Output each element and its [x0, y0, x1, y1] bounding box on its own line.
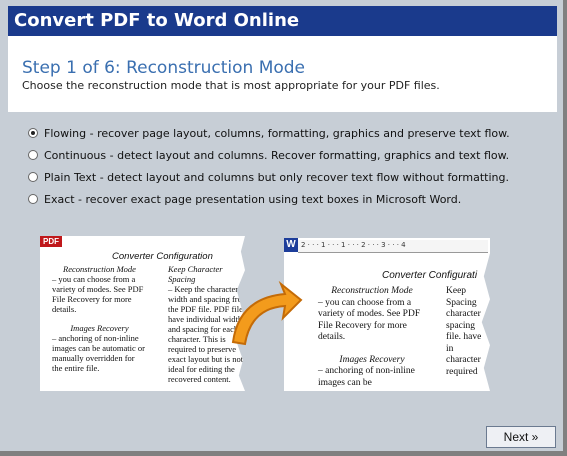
window-title: Convert PDF to Word Online [8, 6, 557, 36]
pdf-col-left: Reconstruction Mode – you can choose fro… [52, 264, 147, 373]
radio-exact[interactable] [28, 194, 38, 204]
option-flowing-label[interactable]: Flowing - recover page layout, columns, … [44, 127, 510, 140]
step-header: Step 1 of 6: Reconstruction Mode Choose … [8, 36, 557, 112]
step-title: Step 1 of 6: Reconstruction Mode [22, 58, 306, 78]
radio-continuous[interactable] [28, 150, 38, 160]
pdf-col1-heading: Reconstruction Mode [63, 264, 136, 274]
option-exact[interactable]: Exact - recover exact page presentation … [28, 188, 510, 210]
pdf-icon: PDF [40, 236, 62, 247]
mode-options: Flowing - recover page layout, columns, … [28, 122, 510, 210]
word-col1-text: – you can choose from a variety of modes… [318, 297, 421, 343]
word-doc-title: Converter Configurati [382, 270, 478, 281]
step-subtitle: Choose the reconstruction mode that is m… [22, 79, 440, 92]
option-plain-text-label[interactable]: Plain Text - detect layout and columns b… [44, 171, 509, 184]
word-col1-text2: – anchoring of non-inline images can be [318, 366, 415, 388]
conversion-arrow-icon [231, 280, 303, 346]
radio-flowing[interactable] [28, 128, 38, 138]
word-ruler: 2 · · · 1 · · · 1 · · · 2 · · · 3 · · · … [298, 240, 488, 253]
word-col2-text: Keep Spacing character spacing file. hav… [446, 286, 482, 377]
option-continuous[interactable]: Continuous - detect layout and columns. … [28, 144, 510, 166]
word-col-left: Reconstruction Mode – you can choose fro… [318, 286, 426, 389]
radio-plain-text[interactable] [28, 172, 38, 182]
next-button[interactable]: Next » [486, 426, 556, 448]
word-ruler-text: 2 · · · 1 · · · 1 · · · 2 · · · 3 · · · … [301, 241, 406, 249]
word-col-right: Keep Spacing character spacing file. hav… [446, 286, 490, 378]
option-plain-text[interactable]: Plain Text - detect layout and columns b… [28, 166, 510, 188]
word-preview-content: Converter Configurati Reconstruction Mod… [284, 262, 490, 391]
pdf-col1-text: – you can choose from a variety of modes… [52, 274, 144, 314]
pdf-doc-title: Converter Configuration [112, 251, 213, 262]
pdf-col1-text2: – anchoring of non-inline images can be … [52, 333, 145, 373]
option-exact-label[interactable]: Exact - recover exact page presentation … [44, 193, 461, 206]
option-flowing[interactable]: Flowing - recover page layout, columns, … [28, 122, 510, 144]
word-icon: W [284, 238, 298, 252]
option-continuous-label[interactable]: Continuous - detect layout and columns. … [44, 149, 509, 162]
word-col1-heading: Reconstruction Mode [331, 286, 413, 296]
word-col1-heading2: Images Recovery [339, 354, 405, 365]
pdf-col1-heading2: Images Recovery [70, 323, 129, 333]
